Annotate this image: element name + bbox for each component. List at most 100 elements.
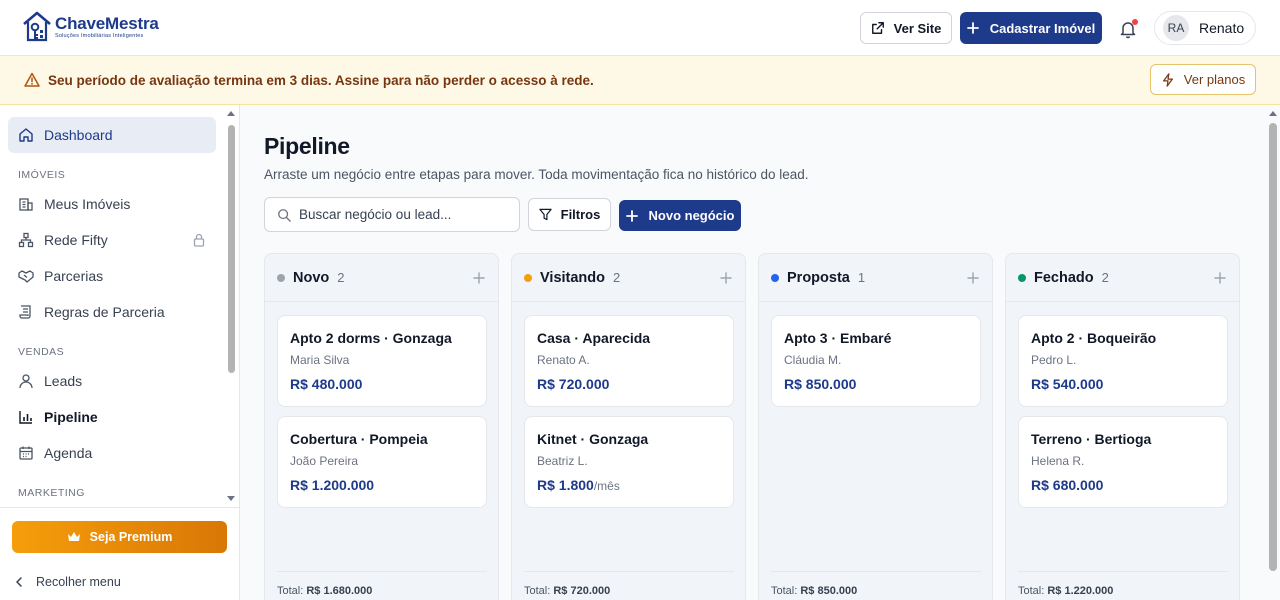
filters-label: Filtros: [560, 207, 601, 222]
filters-button[interactable]: Filtros: [528, 198, 611, 231]
trial-message: Seu período de avaliação termina em 3 di…: [48, 73, 594, 88]
column-count: 2: [337, 270, 345, 285]
search-icon: [278, 208, 291, 222]
pipeline-column-proposta: Proposta 1 Apto 3 · Embaré Cláudia M. R$…: [758, 253, 993, 600]
total-value: R$ 720.000: [553, 585, 611, 597]
new-deal-button[interactable]: Novo negócio: [619, 200, 741, 231]
brand-logo[interactable]: ChaveMestra Soluções Imobiliárias Inteli…: [22, 10, 159, 44]
deal-lead: Beatriz L.: [537, 454, 588, 468]
view-site-button[interactable]: Ver Site: [860, 12, 952, 44]
search-input[interactable]: [299, 207, 499, 222]
collapse-menu-button[interactable]: Recolher menu: [14, 575, 121, 589]
sidebar-item-label: Pipeline: [44, 409, 98, 425]
sidebar-item-rede-fifty[interactable]: Rede Fifty: [8, 222, 216, 258]
stage-dot: [771, 273, 779, 282]
stage-dot: [277, 273, 285, 282]
add-property-button[interactable]: Cadastrar Imóvel: [960, 12, 1102, 44]
deal-price-suffix: /mês: [593, 479, 620, 493]
sidebar-item-label: Leads: [44, 373, 83, 389]
page-title: Pipeline: [264, 133, 350, 159]
column-count: 1: [857, 270, 866, 285]
deal-card[interactable]: Kitnet · Gonzaga Beatriz L. R$ 1.800/mês: [524, 416, 734, 508]
deal-title: Apto 2 · Boqueirão: [1031, 330, 1157, 346]
column-title: Proposta: [787, 269, 850, 286]
notification-badge: [1132, 19, 1138, 25]
handshake-icon: [18, 270, 34, 283]
deal-card[interactable]: Apto 2 · Boqueirão Pedro L. R$ 540.000: [1018, 315, 1228, 407]
deal-price-value: R$ 1.200.000: [290, 477, 375, 493]
deal-lead: Cláudia M.: [784, 353, 842, 367]
column-count: 2: [1101, 270, 1109, 285]
deal-price-value: R$ 1.800: [537, 477, 594, 493]
deal-card[interactable]: Terreno · Bertioga Helena R. R$ 680.000: [1018, 416, 1228, 508]
plus-icon: [625, 209, 638, 222]
scroll-up-arrow-icon[interactable]: [226, 109, 236, 117]
deal-price-value: R$ 720.000: [537, 376, 610, 392]
chevron-left-icon: [16, 577, 22, 587]
house-key-logo-icon: [23, 11, 51, 42]
column-total: Total: R$ 720.000: [524, 571, 734, 597]
building-icon: [19, 198, 33, 211]
main-scroll-thumb[interactable]: [1269, 123, 1277, 571]
column-title: Novo: [293, 269, 330, 286]
page-subtitle: Arraste um negócio entre etapas para mov…: [264, 167, 809, 182]
deal-card[interactable]: Casa · Aparecida Renato A. R$ 720.000: [524, 315, 734, 407]
deal-price: R$ 480.000: [290, 376, 474, 392]
external-link-icon: [871, 22, 884, 34]
sidebar-item-pipeline[interactable]: Pipeline: [8, 399, 216, 435]
column-title: Visitando: [540, 269, 605, 286]
deal-price: R$ 850.000: [784, 376, 968, 392]
stage-dot: [524, 273, 532, 282]
sidebar-item-dashboard[interactable]: Dashboard: [8, 117, 216, 153]
user-name: Renato: [1199, 20, 1245, 36]
search-box[interactable]: [264, 197, 520, 232]
sidebar-item-partnership-rules[interactable]: Regras de Parceria: [8, 294, 216, 330]
add-card-plus-icon[interactable]: [1213, 271, 1227, 285]
collapse-menu-label: Recolher menu: [36, 575, 121, 589]
user-icon: [19, 374, 33, 389]
sidebar-footer: Seja Premium Recolher menu: [0, 507, 239, 600]
deal-title: Terreno · Bertioga: [1031, 431, 1152, 447]
main-content: Pipeline Arraste um negócio entre etapas…: [240, 105, 1266, 600]
notifications-button[interactable]: [1116, 17, 1140, 41]
deal-card[interactable]: Apto 3 · Embaré Cláudia M. R$ 850.000: [771, 315, 981, 407]
deal-card[interactable]: Cobertura · Pompeia João Pereira R$ 1.20…: [277, 416, 487, 508]
sidebar-item-label: Dashboard: [44, 127, 113, 143]
brand-tagline: Soluções Imobiliárias Inteligentes: [55, 32, 144, 39]
user-menu[interactable]: RA Renato: [1154, 11, 1256, 45]
crown-icon: [67, 532, 80, 541]
add-card-plus-icon[interactable]: [966, 271, 980, 285]
sidebar-item-label: Rede Fifty: [44, 232, 108, 248]
sidebar-item-partnerships[interactable]: Parcerias: [8, 258, 216, 294]
scroll-document-icon: [19, 305, 31, 319]
pipeline-column-novo: Novo 2 Apto 2 dorms · Gonzaga Maria Silv…: [264, 253, 499, 600]
brand-name: ChaveMestra: [55, 13, 159, 33]
column-count: 2: [613, 270, 621, 285]
deal-lead: Helena R.: [1031, 454, 1085, 468]
premium-button[interactable]: Seja Premium: [12, 521, 227, 553]
add-card-plus-icon[interactable]: [719, 271, 733, 285]
deal-price-value: R$ 680.000: [1031, 477, 1104, 493]
add-card-plus-icon[interactable]: [472, 271, 486, 285]
premium-label: Seja Premium: [89, 530, 173, 544]
add-property-label: Cadastrar Imóvel: [989, 20, 1096, 36]
sidebar-item-leads[interactable]: Leads: [8, 363, 216, 399]
scroll-down-arrow-icon[interactable]: [226, 495, 236, 503]
deal-lead: Pedro L.: [1031, 353, 1077, 367]
scroll-up-arrow-icon[interactable]: [1268, 109, 1278, 117]
deal-card[interactable]: Apto 2 dorms · Gonzaga Maria Silva R$ 48…: [277, 315, 487, 407]
sidebar-item-agenda[interactable]: Agenda: [8, 435, 216, 471]
sidebar-scrollbar[interactable]: [228, 125, 235, 373]
main-scrollbar[interactable]: [1266, 105, 1280, 600]
sidebar: Dashboard IMÓVEIS Meus Imóveis Rede Fift…: [0, 105, 240, 600]
total-value: R$ 1.680.000: [306, 585, 373, 597]
view-plans-button[interactable]: Ver planos: [1150, 64, 1256, 95]
bar-chart-icon: [19, 411, 32, 424]
sidebar-item-my-properties[interactable]: Meus Imóveis: [8, 186, 216, 222]
deal-price: R$ 1.800/mês: [537, 477, 721, 493]
view-site-label: Ver Site: [893, 20, 942, 36]
sidebar-item-label: Regras de Parceria: [44, 304, 165, 320]
column-total: Total: R$ 1.220.000: [1018, 571, 1228, 597]
filter-icon: [538, 208, 552, 221]
sidebar-item-label: Agenda: [44, 445, 93, 461]
